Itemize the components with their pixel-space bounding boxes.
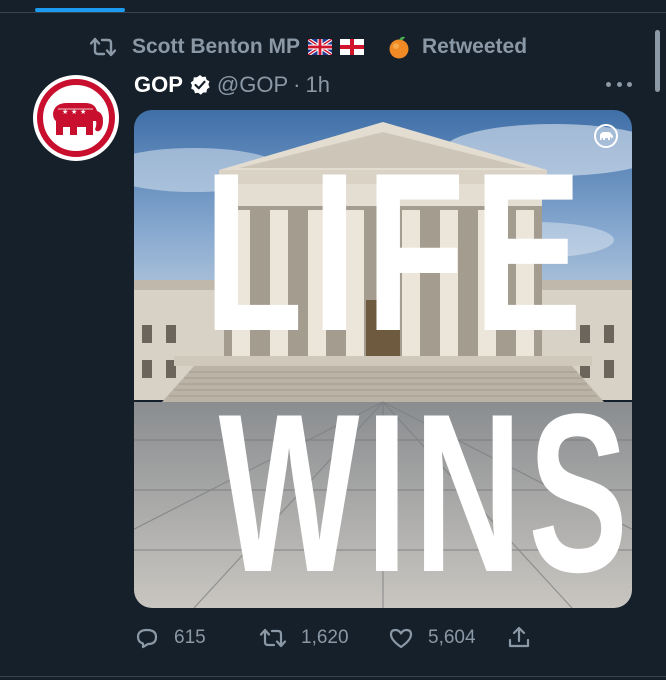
more-options-button[interactable]	[606, 74, 632, 94]
like-button[interactable]: 5,604	[388, 626, 506, 650]
overlay-text-line-1: LIFE	[203, 125, 591, 378]
retweet-icon	[90, 37, 116, 57]
more-dot	[627, 81, 632, 87]
separator-dot: ·	[293, 72, 301, 97]
reply-icon	[136, 628, 158, 649]
svg-text:★: ★	[80, 108, 86, 116]
tweet-action-bar: 615 1,620 5,604	[134, 622, 564, 654]
england-flag-icon	[340, 39, 364, 55]
tweet-page: Scott Benton MP Retweeted ★ ★ ★ GOP @GOP…	[0, 0, 666, 680]
republican-elephant-logo: ★ ★ ★	[34, 76, 118, 160]
tweet-timestamp[interactable]: 1h	[305, 72, 329, 98]
heart-icon	[389, 628, 413, 649]
retweet-context[interactable]: Scott Benton MP Retweeted	[90, 33, 527, 61]
retweeter-name[interactable]: Scott Benton MP	[132, 35, 300, 59]
uk-flag-icon	[308, 39, 332, 55]
author-display-name[interactable]: GOP	[134, 72, 183, 98]
bottom-divider	[0, 676, 666, 677]
peach-icon	[389, 36, 409, 59]
tweet-header: GOP @GOP · 1h	[134, 70, 330, 100]
reply-count: 615	[174, 627, 206, 648]
retweet-icon	[259, 628, 287, 648]
verified-badge-icon	[190, 75, 210, 95]
svg-text:★: ★	[71, 108, 77, 116]
author-handle[interactable]: @GOP	[217, 72, 288, 98]
overlay-text-line-2: WINS	[218, 366, 632, 608]
retweet-count: 1,620	[301, 627, 349, 648]
gop-elephant-badge-icon	[594, 124, 618, 148]
top-divider	[0, 12, 666, 13]
scrollbar-thumb[interactable]	[655, 30, 660, 92]
like-count: 5,604	[428, 627, 476, 648]
tweet-image[interactable]: LIFE WINS	[134, 110, 632, 608]
svg-text:★: ★	[62, 108, 68, 116]
share-button[interactable]	[506, 625, 546, 651]
share-icon	[508, 626, 530, 648]
avatar[interactable]: ★ ★ ★	[33, 75, 119, 161]
more-dot	[616, 81, 622, 87]
retweeted-label: Retweeted	[422, 35, 528, 58]
retweet-button[interactable]: 1,620	[259, 626, 388, 650]
more-dot	[606, 81, 611, 87]
reply-button[interactable]: 615	[134, 625, 259, 651]
